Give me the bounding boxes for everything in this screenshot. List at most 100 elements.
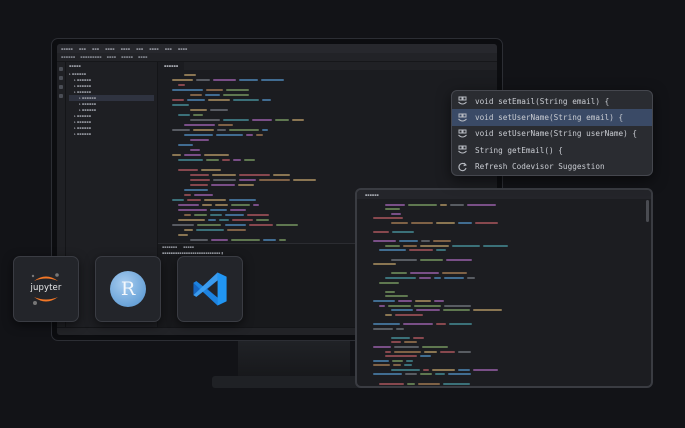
ide-toolbar: ▪▪▪▪▪▪ ▪▪▪▪▪▪▪▪▪ ▪▪▪▪ ▪▪▪▪▪ ▪▪▪▪: [57, 53, 497, 62]
tablet-code-area[interactable]: [357, 199, 651, 386]
code-token: [395, 313, 423, 316]
editor-tab[interactable]: ▪▪▪▪▪▪: [158, 62, 185, 70]
scrollbar[interactable]: [646, 200, 649, 222]
code-token: [210, 208, 227, 211]
code-token: [439, 203, 448, 206]
code-token: [196, 228, 224, 231]
suggestion-icon: [457, 113, 468, 123]
menu-stub[interactable]: ▪▪▪▪▪: [61, 47, 73, 51]
code-token: [421, 240, 431, 243]
code-token: [172, 153, 181, 156]
code-token: [184, 133, 213, 136]
code-suggestion-popup: void setEmail(String email) { void setUs…: [451, 90, 653, 176]
code-token: [172, 78, 194, 81]
code-token: [190, 93, 203, 96]
code-token: [178, 143, 194, 146]
code-token: [260, 78, 285, 81]
code-token: [276, 223, 298, 226]
code-token: [192, 128, 215, 131]
code-token: [190, 138, 209, 141]
code-token: [385, 290, 395, 293]
code-token: [379, 281, 400, 284]
code-token: [190, 178, 211, 181]
code-token: [440, 350, 456, 353]
suggestion-item[interactable]: void setUserName(String userName) {: [452, 126, 652, 142]
refresh-suggestion-item[interactable]: Refresh Codevisor Suggestion: [452, 159, 652, 175]
code-token: [408, 249, 433, 252]
code-token: [373, 327, 394, 330]
code-token: [238, 183, 254, 186]
monitor-stand-base: [212, 376, 374, 388]
code-token: [373, 299, 396, 302]
code-token: [393, 345, 419, 348]
code-token: [190, 238, 208, 241]
code-token: [373, 345, 391, 348]
code-token: [420, 244, 450, 247]
search-icon[interactable]: [59, 76, 63, 80]
code-token: [391, 368, 421, 371]
code-token: [424, 350, 438, 353]
code-token: [190, 108, 208, 111]
code-token: [450, 203, 465, 206]
code-token: [379, 249, 406, 252]
code-token: [421, 345, 449, 348]
code-token: [252, 203, 260, 206]
code-token: [448, 322, 473, 325]
editor-tab[interactable]: ▪▪▪▪▪▪: [365, 193, 379, 197]
code-token: [403, 341, 417, 344]
r-app-tile[interactable]: R: [95, 256, 161, 322]
suggestion-label: void setUserName(String email) {: [475, 113, 624, 123]
suggestion-item[interactable]: String getEmail() {: [452, 142, 652, 158]
code-token: [435, 322, 446, 325]
code-token: [187, 198, 201, 201]
code-token: [263, 238, 276, 241]
code-token: [432, 368, 455, 371]
code-token: [373, 373, 403, 376]
explorer-icon[interactable]: [59, 67, 63, 71]
code-token: [443, 382, 471, 385]
source-control-icon[interactable]: [59, 85, 63, 89]
code-token: [196, 78, 210, 81]
code-token: [203, 198, 226, 201]
code-token: [292, 118, 304, 121]
code-token: [210, 238, 229, 241]
code-token: [272, 173, 290, 176]
code-token: [379, 382, 405, 385]
code-token: [403, 322, 433, 325]
code-token: [193, 113, 203, 116]
code-token: [415, 309, 440, 312]
code-token: [215, 133, 244, 136]
code-token: [293, 178, 317, 181]
jupyter-label: jupyter: [30, 283, 62, 293]
code-token: [232, 158, 241, 161]
code-token: [414, 304, 442, 307]
tablet-editor-tabs: ▪▪▪▪▪▪: [357, 190, 651, 199]
code-token: [385, 355, 417, 358]
suggestion-item[interactable]: void setUserName(String email) {: [452, 109, 652, 126]
extensions-icon[interactable]: [59, 94, 63, 98]
suggestion-icon: [457, 96, 468, 106]
suggestion-item[interactable]: void setEmail(String email) {: [452, 93, 652, 109]
code-token: [187, 98, 206, 101]
r-label: R: [120, 278, 136, 300]
code-token: [433, 240, 451, 243]
code-token: [467, 277, 476, 279]
jupyter-app-tile[interactable]: jupyter: [13, 256, 79, 322]
code-token: [225, 88, 250, 91]
code-token: [221, 158, 230, 161]
code-token: [246, 213, 270, 216]
code-token: [261, 98, 272, 101]
code-token: [385, 295, 408, 298]
file-tree-item[interactable]: ▸ ▪▪▪▪▪▪: [69, 131, 154, 137]
code-token: [231, 238, 261, 241]
vscode-app-tile[interactable]: [177, 256, 243, 322]
code-token: [392, 364, 402, 367]
code-token: [256, 133, 263, 136]
code-token: [230, 203, 250, 206]
code-token: [457, 368, 471, 371]
code-token: [222, 93, 249, 96]
code-token: [410, 221, 433, 224]
code-token: [413, 336, 424, 339]
code-token: [223, 118, 249, 121]
code-token: [178, 168, 199, 171]
